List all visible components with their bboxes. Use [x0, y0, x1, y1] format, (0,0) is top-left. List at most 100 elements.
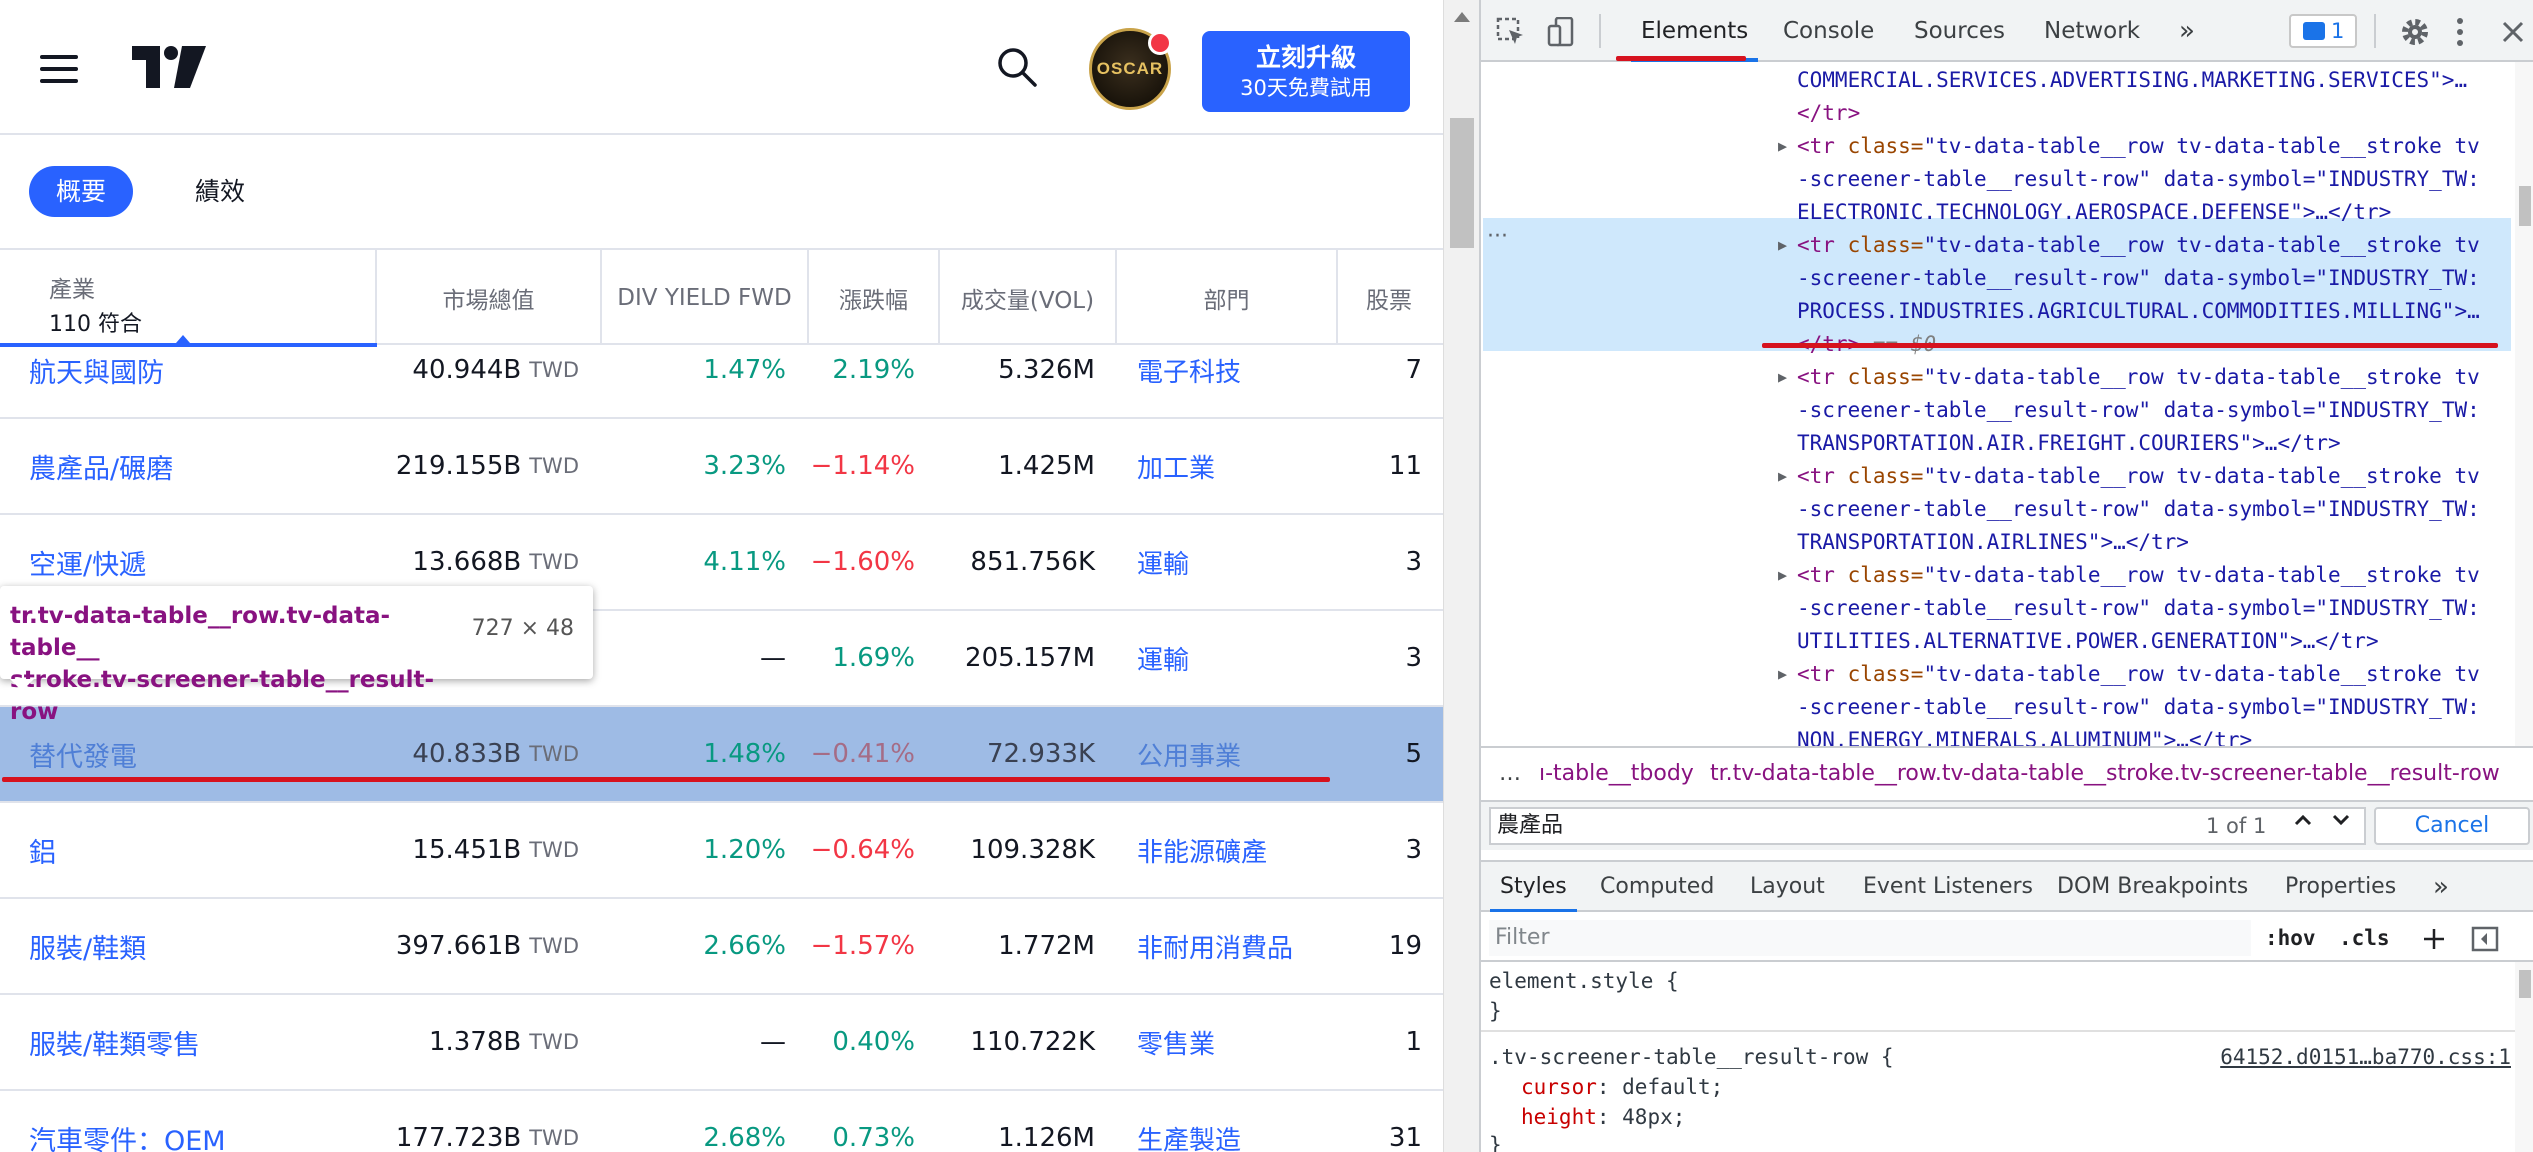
more-subtabs-chevron-icon[interactable]: »: [2433, 862, 2449, 912]
decl-cursor[interactable]: cursor: default;: [1521, 1072, 1723, 1102]
tab-overview[interactable]: 概要: [29, 166, 134, 217]
sector-link[interactable]: 公用事業: [1137, 707, 1241, 801]
stylesheet-source-link[interactable]: 64152.d0151…ba770.css:1: [2220, 1042, 2511, 1072]
header-change[interactable]: 漲跌幅: [809, 250, 940, 345]
sector-link[interactable]: 運輸: [1137, 611, 1189, 705]
subtab-dom-breakpoints[interactable]: DOM Breakpoints: [2057, 862, 2248, 912]
kebab-menu-icon[interactable]: [2454, 16, 2466, 48]
expand-triangle-icon[interactable]: ▶: [1778, 658, 1787, 691]
settings-gear-icon[interactable]: [2399, 16, 2431, 48]
sector-link[interactable]: 電子科技: [1137, 345, 1241, 417]
header-sector[interactable]: 部門: [1117, 250, 1338, 345]
dom-node-line[interactable]: -screener-table__result-row" data-symbol…: [1481, 394, 2511, 427]
dom-node-line[interactable]: ▶ <tr class="tv-data-table__row tv-data-t…: [1481, 130, 2511, 163]
dom-node-line[interactable]: COMMERCIAL.SERVICES.ADVERTISING.MARKETIN…: [1481, 64, 2511, 97]
subtab-event-listeners[interactable]: Event Listeners: [1863, 862, 2033, 912]
search-icon[interactable]: [996, 46, 1038, 88]
sector-link[interactable]: 非耐用消費品: [1137, 899, 1293, 993]
table-row[interactable]: 服裝/鞋類零售 1.378B TWD — 0.40% 110.722K 零售業 1: [0, 995, 1443, 1091]
element-style-rule[interactable]: element.style {: [1489, 966, 1679, 996]
table-row[interactable]: 航天與國防 40.944B TWD 1.47% 2.19% 5.326M 電子科技 7: [0, 345, 1443, 419]
dom-node-line[interactable]: ▶ <tr class="tv-data-table__row tv-data-t…: [1481, 658, 2511, 691]
dom-node-line[interactable]: </tr>: [1481, 97, 2511, 130]
scroll-up-arrow-icon[interactable]: [1454, 12, 1470, 22]
tab-performance[interactable]: 績效: [168, 166, 272, 217]
expand-triangle-icon[interactable]: ▶: [1778, 361, 1787, 394]
table-row[interactable]: 服裝/鞋類 397.661B TWD 2.66% −1.57% 1.772M 非耐用消費品 1…: [0, 899, 1443, 995]
sector-link[interactable]: 運輸: [1137, 515, 1189, 609]
more-tabs-chevron-icon[interactable]: »: [2179, 0, 2195, 62]
tab-elements[interactable]: Elements: [1630, 0, 1759, 62]
table-row[interactable]: 汽車零件：OEM 177.723B TWD 2.68% 0.73% 1.126M 生產製造 3…: [0, 1091, 1443, 1152]
sector-link[interactable]: 生產製造: [1137, 1091, 1241, 1152]
hov-toggle[interactable]: :hov: [2265, 920, 2316, 956]
dom-node-line[interactable]: -screener-table__result-row" data-symbol…: [1481, 592, 2511, 625]
dom-scrollbar[interactable]: [2515, 62, 2533, 746]
toggle-sidebar-icon[interactable]: [2471, 926, 2499, 952]
tradingview-logo[interactable]: [132, 46, 206, 88]
subtab-computed[interactable]: Computed: [1600, 862, 1714, 912]
table-row[interactable]: 農產品/碾磨 219.155B TWD 3.23% −1.14% 1.425M 加工業 11: [0, 419, 1443, 515]
subtab-styles[interactable]: Styles: [1490, 862, 1577, 912]
find-cancel-button[interactable]: Cancel: [2374, 807, 2530, 845]
breadcrumb-overflow[interactable]: …: [1499, 748, 1521, 800]
expand-triangle-icon[interactable]: ▶: [1778, 559, 1787, 592]
close-devtools-icon[interactable]: [2501, 20, 2525, 44]
header-volume[interactable]: 成交量(VOL): [940, 250, 1117, 345]
inspect-element-icon[interactable]: [1496, 17, 1526, 47]
dom-node-line[interactable]: PROCESS.INDUSTRIES.AGRICULTURAL.COMMODIT…: [1481, 295, 2511, 328]
upgrade-button[interactable]: 立刻升級 30天免費試用: [1202, 31, 1410, 112]
dom-node-line[interactable]: ▶ <tr class="tv-data-table__row tv-data-t…: [1481, 460, 2511, 493]
industry-link[interactable]: 服裝/鞋類: [29, 899, 146, 993]
header-industry[interactable]: 產業 110 符合: [0, 250, 377, 347]
find-next-chevron-down-icon[interactable]: [2324, 807, 2358, 841]
hamburger-menu-icon[interactable]: [40, 55, 78, 83]
find-input[interactable]: 農產品 1 of 1: [1489, 807, 2366, 845]
dom-node-line[interactable]: -screener-table__result-row" data-symbol…: [1481, 691, 2511, 724]
styles-scrollbar[interactable]: [2515, 962, 2533, 1152]
industry-link[interactable]: 鋁: [29, 803, 56, 897]
scrollbar-thumb[interactable]: [1450, 118, 1474, 248]
industry-link[interactable]: 服裝/鞋類零售: [29, 995, 200, 1089]
tab-network[interactable]: Network: [2044, 0, 2140, 62]
dom-node-line[interactable]: NON.ENERGY.MINERALS.ALUMINUM">…</tr>: [1481, 724, 2511, 746]
new-style-rule-plus-icon[interactable]: [2421, 926, 2447, 952]
dom-node-line[interactable]: ▶ <tr class="tv-data-table__row tv-data-t…: [1481, 559, 2511, 592]
dom-node-line[interactable]: -screener-table__result-row" data-symbol…: [1481, 163, 2511, 196]
expand-triangle-icon[interactable]: ▶: [1778, 229, 1787, 262]
expand-triangle-icon[interactable]: ▶: [1778, 130, 1787, 163]
dom-scrollbar-thumb[interactable]: [2519, 186, 2531, 226]
dom-node-line[interactable]: ELECTRONIC.TECHNOLOGY.AEROSPACE.DEFENSE"…: [1481, 196, 2511, 229]
dom-node-line[interactable]: TRANSPORTATION.AIRLINES">…</tr>: [1481, 526, 2511, 559]
sector-link[interactable]: 零售業: [1137, 995, 1215, 1089]
user-avatar[interactable]: OSCAR: [1089, 28, 1172, 110]
cls-toggle[interactable]: .cls: [2339, 920, 2390, 956]
dom-node-line[interactable]: TRANSPORTATION.AIR.FREIGHT.COURIERS">…</…: [1481, 427, 2511, 460]
header-div-yield[interactable]: DIV YIELD FWD: [602, 250, 809, 345]
decl-height[interactable]: height: 48px;: [1521, 1102, 1685, 1132]
result-row-rule-selector[interactable]: .tv-screener-table__result-row {: [1489, 1042, 1894, 1072]
sector-link[interactable]: 加工業: [1137, 419, 1215, 513]
industry-link[interactable]: 農產品/碾磨: [29, 419, 173, 513]
issues-badge[interactable]: 1: [2289, 14, 2357, 48]
tab-console[interactable]: Console: [1783, 0, 1874, 62]
dom-node-line[interactable]: -screener-table__result-row" data-symbol…: [1481, 262, 2511, 295]
subtab-layout[interactable]: Layout: [1750, 862, 1825, 912]
header-stocks[interactable]: 股票: [1338, 250, 1443, 345]
industry-link[interactable]: 航天與國防: [29, 345, 164, 417]
subtab-properties[interactable]: Properties: [2285, 862, 2396, 912]
breadcrumb-item-row[interactable]: tr.tv-data-table__row.tv-data-table__str…: [1710, 748, 2500, 800]
sector-link[interactable]: 非能源礦產: [1137, 803, 1267, 897]
find-previous-chevron-up-icon[interactable]: [2286, 807, 2320, 841]
styles-filter-input[interactable]: Filter: [1489, 920, 2251, 956]
device-toolbar-icon[interactable]: [1547, 17, 1579, 47]
industry-link[interactable]: 汽車零件：OEM: [29, 1091, 226, 1152]
table-row[interactable]: 鋁 15.451B TWD 1.20% −0.64% 109.328K 非能源礦產 3: [0, 803, 1443, 899]
page-scrollbar[interactable]: [1443, 0, 1479, 1152]
breadcrumb-item-tbody[interactable]: ı-table__tbody: [1539, 748, 1694, 800]
tab-sources[interactable]: Sources: [1914, 0, 2005, 62]
dom-node-line[interactable]: ▶ <tr class="tv-data-table__row tv-data-t…: [1481, 361, 2511, 394]
styles-scrollbar-thumb[interactable]: [2519, 970, 2531, 998]
expand-triangle-icon[interactable]: ▶: [1778, 460, 1787, 493]
dom-node-line[interactable]: -screener-table__result-row" data-symbol…: [1481, 493, 2511, 526]
